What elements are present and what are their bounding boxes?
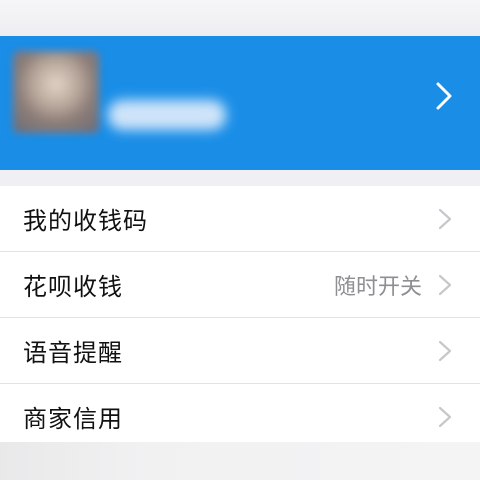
chevron-right-icon[interactable] xyxy=(432,80,456,112)
avatar[interactable] xyxy=(14,52,98,132)
status-bar-area xyxy=(0,0,480,36)
menu-item-value: 随时开关 xyxy=(333,274,422,300)
chevron-right-icon xyxy=(438,208,452,229)
chevron-right-icon xyxy=(438,340,452,361)
menu-item-label: 我的收钱码 xyxy=(23,207,148,235)
menu-item-label: 语音提醒 xyxy=(23,339,123,367)
menu-item-label: 商家信用 xyxy=(23,405,123,433)
menu-item-merchant-credit[interactable]: 商家信用 xyxy=(0,384,480,449)
menu-item-label: 花呗收钱 xyxy=(23,273,123,301)
section-gap xyxy=(0,170,480,186)
menu-item-my-qr-code[interactable]: 我的收钱码 xyxy=(0,186,480,252)
chevron-right-icon xyxy=(438,406,452,427)
menu-item-huabei-payment[interactable]: 花呗收钱 随时开关 xyxy=(0,252,480,318)
bottom-area xyxy=(0,442,480,480)
menu-list: 我的收钱码 花呗收钱 随时开关 语音提醒 商家信用 xyxy=(0,186,480,442)
profile-header[interactable] xyxy=(0,36,480,170)
username-blurred xyxy=(108,100,226,130)
chevron-right-icon xyxy=(438,274,452,295)
menu-item-voice-reminder[interactable]: 语音提醒 xyxy=(0,318,480,384)
